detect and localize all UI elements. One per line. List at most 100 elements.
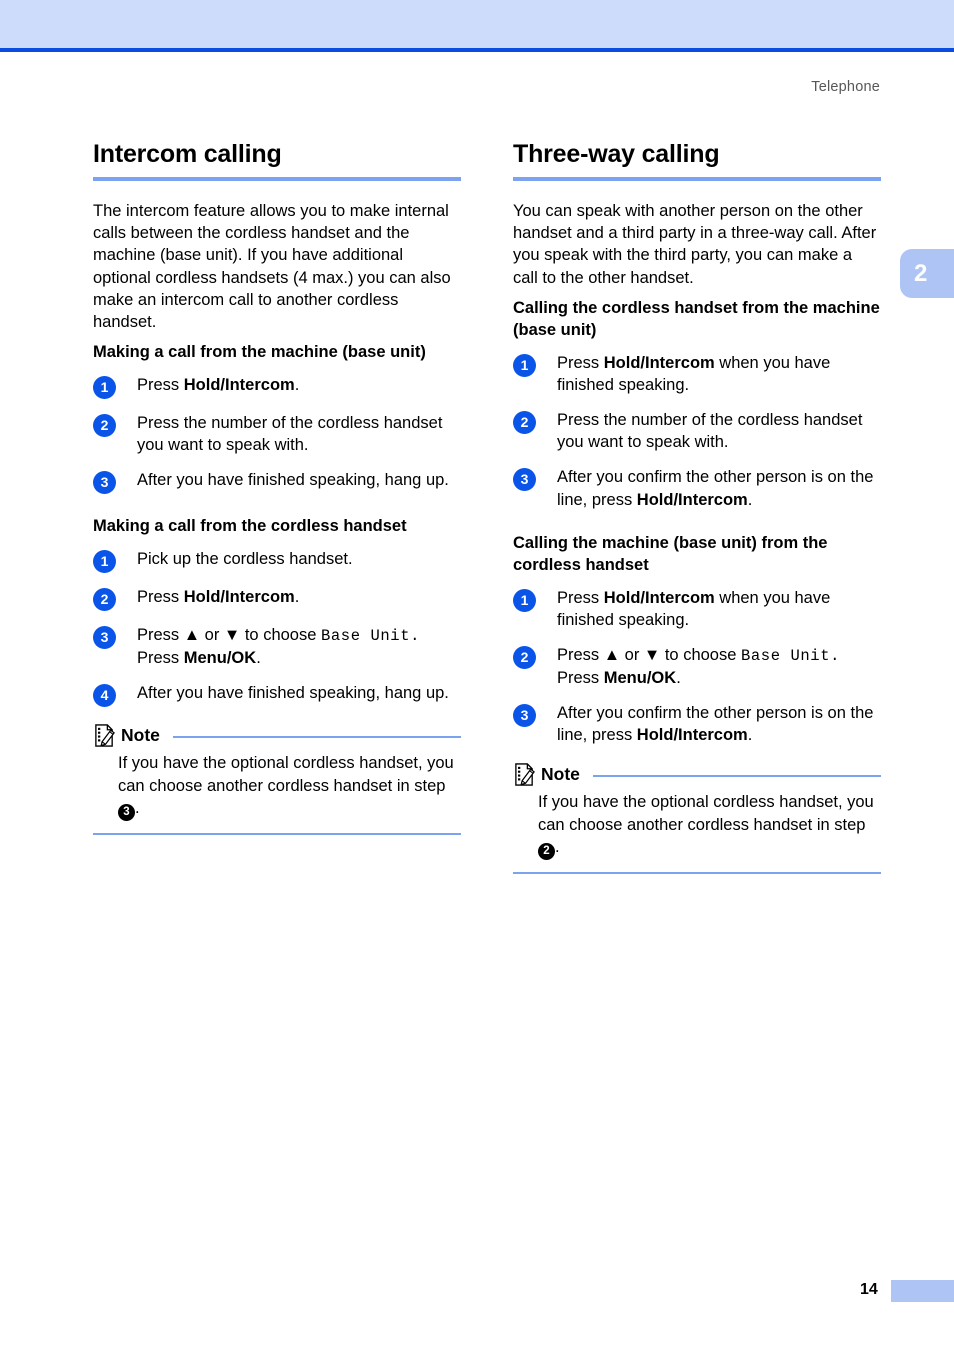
right-column: Three-way calling You can speak with ano…	[513, 140, 881, 874]
step-text-bold: Menu/OK	[183, 649, 257, 668]
step-text-pre: Press	[557, 588, 604, 607]
step-text-pre: Press ▲ or ▼ to choose	[557, 646, 741, 664]
step-text-mid: Press	[137, 649, 184, 668]
step-text: Press ▲ or ▼ to choose Base Unit. Press …	[557, 644, 881, 689]
lcd-text: Base Unit.	[740, 647, 840, 665]
note-header: Note	[513, 760, 881, 788]
step-number-badge: 4	[93, 684, 116, 708]
intro-paragraph-left: The intercom feature allows you to make …	[93, 202, 451, 331]
section-heading-right-2: Calling the machine (base unit) from the…	[513, 533, 828, 574]
header-band	[0, 0, 954, 48]
step-number-badge: 2	[93, 414, 116, 438]
step-text-pre: After you have finished speaking, hang u…	[137, 684, 449, 703]
step-item: 1 Press Hold/Intercom.	[93, 374, 461, 400]
note-label: Note	[541, 763, 580, 784]
step-list-left-1: 1 Press Hold/Intercom. 2 Press the numbe…	[93, 374, 461, 495]
step-number-badge: 2	[513, 646, 536, 669]
note-rule-top	[172, 735, 461, 738]
step-item: 3 After you confirm the other person is …	[513, 702, 881, 746]
note-text-after: .	[555, 837, 560, 856]
step-item: 2 Press the number of the cordless hands…	[513, 409, 881, 453]
step-item: 1 Press Hold/Intercom when you have fini…	[513, 352, 881, 396]
note-box-right: Note If you have the optional cordless h…	[513, 760, 881, 874]
step-text: Press the number of the cordless handset…	[557, 409, 881, 453]
step-number-badge: 2	[513, 411, 536, 434]
step-text: Press the number of the cordless handset…	[137, 412, 461, 456]
step-text-bold: Hold/Intercom	[183, 588, 295, 607]
section-heading-right-1: Calling the cordless handset from the ma…	[513, 298, 880, 339]
note-label: Note	[121, 724, 160, 745]
title-rule-right	[513, 177, 881, 181]
step-text: After you confirm the other person is on…	[557, 466, 881, 510]
step-text-pre: Press the number of the cordless handset…	[137, 414, 443, 455]
step-number-badge: 1	[93, 376, 116, 400]
note-rule-bottom	[93, 832, 461, 835]
step-text: Pick up the cordless handset.	[137, 548, 461, 570]
left-column: Intercom calling The intercom feature al…	[93, 140, 461, 835]
note-body: If you have the optional cordless handse…	[93, 749, 461, 821]
page-number: 14	[860, 1281, 878, 1298]
step-text-bold: Hold/Intercom	[636, 726, 748, 745]
step-text-post: .	[747, 726, 753, 745]
step-item: 3 After you have finished speaking, hang…	[93, 469, 461, 495]
step-text-pre: Press the number of the cordless handset…	[557, 411, 863, 452]
step-number-badge: 1	[93, 550, 116, 574]
step-number-badge: 1	[513, 353, 536, 377]
step-text-pre: Pick up the cordless handset.	[137, 550, 353, 569]
step-text: After you have finished speaking, hang u…	[137, 469, 461, 491]
step-text-pre: Press	[137, 376, 184, 395]
title-rule-left	[93, 177, 461, 181]
chapter-tab: 2	[900, 249, 954, 298]
step-text: After you have finished speaking, hang u…	[137, 682, 461, 704]
page-title-left: Intercom calling	[93, 140, 282, 168]
running-head: Telephone	[811, 79, 880, 95]
step-number-badge: 3	[93, 471, 116, 495]
note-pencil-icon	[515, 763, 535, 786]
step-text: Press Hold/Intercom.	[137, 586, 461, 608]
note-body: If you have the optional cordless handse…	[513, 788, 881, 860]
note-text-before: If you have the optional cordless handse…	[118, 754, 454, 795]
step-number-badge: 3	[513, 704, 536, 728]
step-item: 3 Press ▲ or ▼ to choose Base Unit. Pres…	[93, 624, 461, 669]
step-text-bold: Hold/Intercom	[636, 490, 748, 509]
step-text-post: .	[256, 649, 261, 668]
footer-accent-block	[891, 1280, 954, 1302]
note-pencil-icon	[95, 724, 115, 747]
page-title-right: Three-way calling	[513, 140, 720, 168]
step-number-badge: 3	[93, 626, 116, 650]
step-text-pre: After you have finished speaking, hang u…	[137, 471, 449, 490]
step-list-right-2: 1 Press Hold/Intercom when you have fini…	[513, 587, 881, 747]
note-header: Note	[93, 721, 461, 749]
intro-paragraph-right: You can speak with another person on the…	[513, 202, 877, 287]
step-text: Press Hold/Intercom when you have finish…	[557, 587, 881, 631]
step-text-bold: Hold/Intercom	[603, 353, 715, 372]
note-step-reference: 3	[118, 803, 135, 821]
step-item: 3 After you confirm the other person is …	[513, 466, 881, 510]
step-text-pre: Press	[137, 588, 184, 607]
step-number-badge: 1	[513, 588, 536, 612]
note-rule-top	[592, 774, 881, 777]
step-text-pre: Press ▲ or ▼ to choose	[137, 626, 321, 645]
step-text-mid: Press	[557, 668, 604, 687]
note-step-reference: 2	[538, 842, 555, 860]
note-box-left: Note If you have the optional cordless h…	[93, 721, 461, 835]
step-text-bold: Hold/Intercom	[603, 588, 715, 607]
note-text-before: If you have the optional cordless handse…	[538, 793, 874, 834]
step-item: 1 Press Hold/Intercom when you have fini…	[513, 587, 881, 631]
step-item: 2 Press the number of the cordless hands…	[93, 412, 461, 456]
step-text-post: .	[747, 490, 753, 509]
chapter-tab-number: 2	[914, 259, 928, 287]
note-rule-bottom	[513, 871, 881, 874]
lcd-text: Base Unit.	[320, 627, 420, 646]
note-text-after: .	[135, 798, 140, 817]
step-text: Press ▲ or ▼ to choose Base Unit. Press …	[137, 624, 461, 669]
section-heading-left-1: Making a call from the machine (base uni…	[93, 343, 426, 362]
step-text: Press Hold/Intercom when you have finish…	[557, 352, 881, 396]
step-list-right-1: 1 Press Hold/Intercom when you have fini…	[513, 352, 881, 511]
step-item: 2 Press ▲ or ▼ to choose Base Unit. Pres…	[513, 644, 881, 689]
step-item: 4 After you have finished speaking, hang…	[93, 682, 461, 708]
step-text-bold: Menu/OK	[603, 668, 677, 687]
step-text-bold: Hold/Intercom	[183, 376, 295, 395]
step-text-pre: Press	[557, 353, 604, 372]
step-number-badge: 3	[513, 468, 536, 492]
